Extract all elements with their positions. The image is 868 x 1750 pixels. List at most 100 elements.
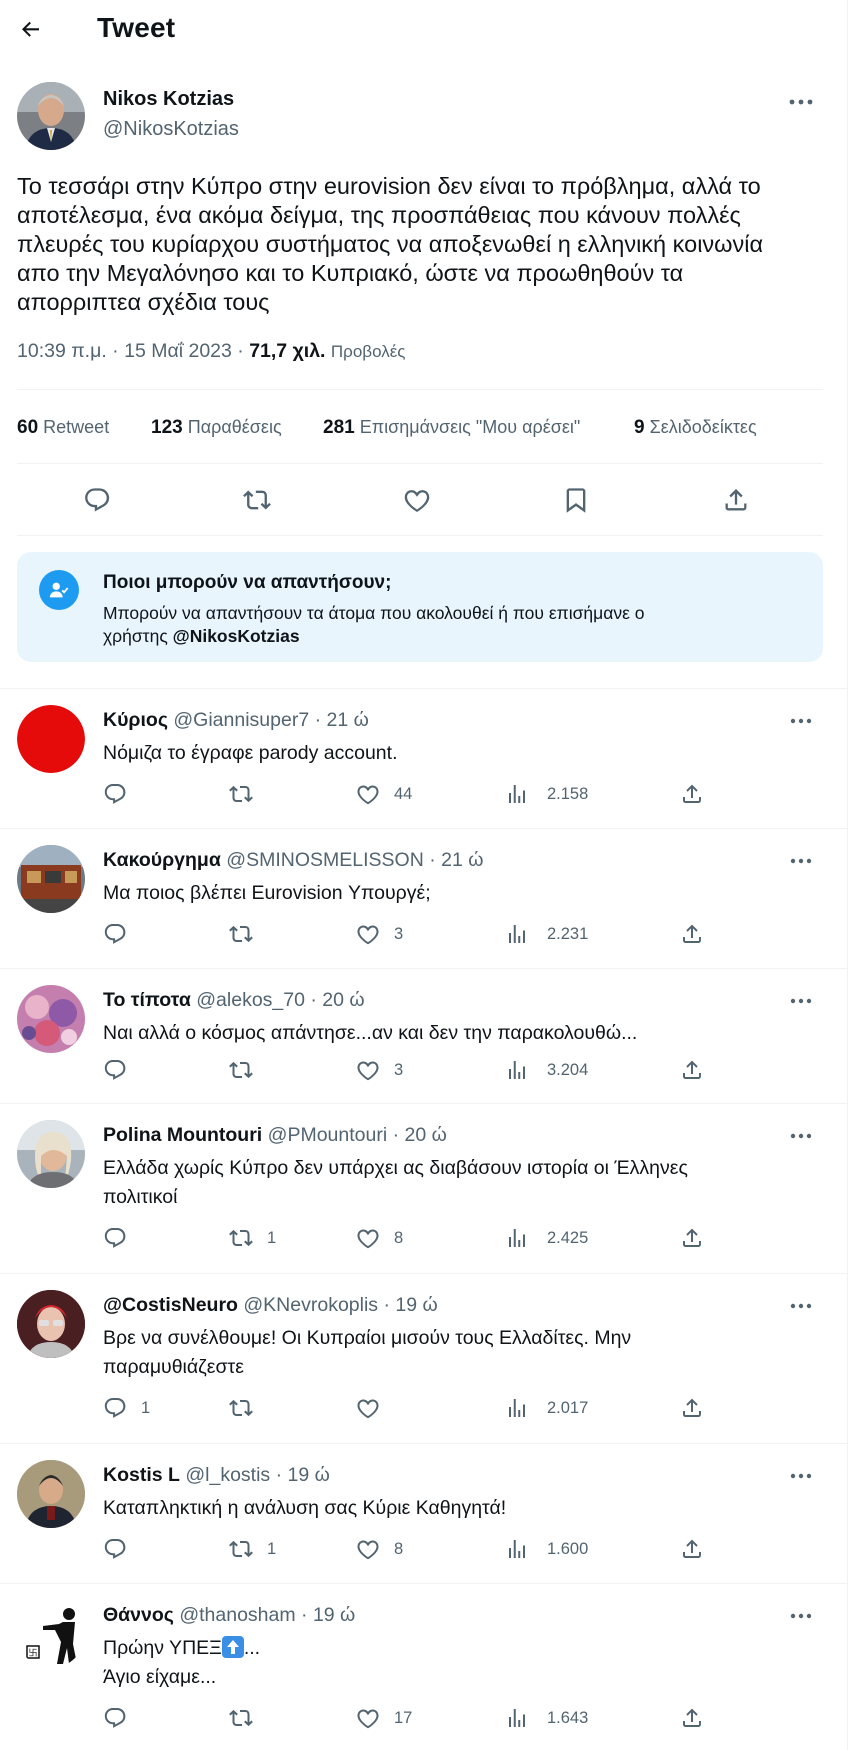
bookmarks-stat[interactable]: 9 Σελιδοδείκτες	[634, 417, 757, 439]
share-button[interactable]	[680, 1224, 704, 1252]
reply-time[interactable]: 21 ώ	[327, 709, 369, 731]
reply-author-name[interactable]: Το τίποτα	[103, 989, 191, 1011]
avatar[interactable]	[17, 705, 85, 773]
share-button[interactable]	[716, 480, 756, 520]
more-options-button[interactable]	[786, 1294, 816, 1318]
reply-time[interactable]: 21 ώ	[441, 849, 483, 871]
reply-time[interactable]: 19 ώ	[395, 1294, 437, 1316]
retweet-button[interactable]	[237, 480, 277, 520]
views-button[interactable]: 3.204	[505, 1056, 588, 1084]
like-button[interactable]	[356, 1394, 394, 1422]
reply-button[interactable]	[103, 920, 141, 948]
views-button[interactable]: 1.600	[505, 1535, 588, 1563]
like-button[interactable]: 17	[356, 1704, 412, 1732]
reply-author-name[interactable]: Θάννος	[103, 1604, 174, 1626]
reply-author-name[interactable]: Polina Mountouri	[103, 1124, 262, 1146]
tweet-time[interactable]: 10:39 π.μ.	[17, 340, 107, 362]
share-button[interactable]	[680, 780, 704, 808]
more-options-button[interactable]	[786, 849, 816, 873]
tweet-text: Το τεσσάρι στην Κύπρο στην eurovision δε…	[17, 173, 764, 315]
reply-button[interactable]	[77, 480, 117, 520]
author-name[interactable]: Nikos Kotzias	[103, 88, 234, 111]
like-button[interactable]: 8	[356, 1535, 403, 1563]
meta-separator: ·	[237, 340, 250, 362]
reply-time[interactable]: 20 ώ	[322, 989, 364, 1011]
reply-author-name[interactable]: Κύριος	[103, 709, 168, 731]
retweet-button[interactable]: 1	[229, 1224, 276, 1252]
quotes-stat[interactable]: 123 Παραθέσεις	[151, 417, 282, 439]
reply-tweet[interactable]: @CostisNeuro @KNevrokoplis · 19 ώ Βρε να …	[0, 1273, 847, 1444]
reply-author-handle[interactable]: @alekos_70	[196, 989, 305, 1011]
more-options-button[interactable]	[786, 709, 816, 733]
views-button[interactable]: 2.158	[505, 780, 588, 808]
back-button[interactable]	[14, 12, 48, 46]
author-avatar[interactable]	[17, 82, 85, 150]
reply-tweet[interactable]: Το τίποτα @alekos_70 · 20 ώ Ναι αλλά ο κό…	[0, 968, 847, 1104]
reply-time[interactable]: 20 ώ	[405, 1124, 447, 1146]
more-options-button[interactable]	[786, 989, 816, 1013]
views-button[interactable]: 1.643	[505, 1704, 588, 1732]
share-button[interactable]	[680, 1535, 704, 1563]
reply-time[interactable]: 19 ώ	[288, 1464, 330, 1486]
like-button[interactable]: 44	[356, 780, 412, 808]
retweet-button[interactable]	[229, 1394, 267, 1422]
reply-button[interactable]	[103, 1224, 141, 1252]
reply-tweet[interactable]: Polina Mountouri @PMountouri · 20 ώ Ελλάδ…	[0, 1103, 847, 1274]
reply-author-name[interactable]: Κακούργημα	[103, 849, 221, 871]
reply-author-name[interactable]: Kostis L	[103, 1464, 180, 1486]
reply-tweet[interactable]: Κύριος @Giannisuper7 · 21 ώ Νόμιζα το έγρ…	[0, 688, 847, 829]
reply-time[interactable]: 19 ώ	[313, 1604, 355, 1626]
tweet-date[interactable]: 15 Μαΐ 2023	[124, 340, 232, 362]
reply-tweet[interactable]: Kostis L @l_kostis · 19 ώ Καταπληκτική η …	[0, 1443, 847, 1584]
share-button[interactable]	[680, 1704, 704, 1732]
reply-button[interactable]	[103, 780, 141, 808]
reply-author-handle[interactable]: @SMINOSMELISSON	[226, 849, 424, 871]
retweet-button[interactable]	[229, 780, 267, 808]
like-button[interactable]	[397, 480, 437, 520]
retweets-stat[interactable]: 60 Retweet	[17, 417, 109, 439]
like-button[interactable]: 8	[356, 1224, 403, 1252]
avatar[interactable]	[17, 985, 85, 1053]
reply-author-handle[interactable]: @thanosham	[179, 1604, 295, 1626]
reply-author-handle[interactable]: @KNevrokoplis	[243, 1294, 378, 1316]
likes-stat[interactable]: 281 Επισημάνσεις "Μου αρέσει"	[323, 417, 580, 439]
more-options-button[interactable]	[786, 90, 816, 114]
views-button[interactable]: 2.017	[505, 1394, 588, 1422]
reply-button[interactable]: 1	[103, 1394, 150, 1422]
author-handle[interactable]: @NikosKotzias	[103, 118, 239, 141]
avatar[interactable]: 卐	[17, 1600, 85, 1668]
reply-author-handle[interactable]: @Giannisuper7	[173, 709, 309, 731]
reply-tweet[interactable]: 卐 Θάννος @thanosham · 19 ώ Πρώην ΥΠΕΞ... Άγ…	[0, 1583, 847, 1750]
share-button[interactable]	[680, 1056, 704, 1084]
more-options-button[interactable]	[786, 1124, 816, 1148]
reply-text-line: Πρώην ΥΠΕΞ	[103, 1637, 222, 1659]
reply-tweet[interactable]: Κακούργημα @SMINOSMELISSON · 21 ώ Μα ποιο…	[0, 828, 847, 969]
retweet-button[interactable]	[229, 920, 267, 948]
reply-button[interactable]	[103, 1056, 141, 1084]
retweet-button[interactable]	[229, 1704, 267, 1732]
share-button[interactable]	[680, 920, 704, 948]
bookmark-button[interactable]	[556, 480, 596, 520]
who-can-reply-handle[interactable]: @NikosKotzias	[173, 626, 300, 646]
reply-author-handle[interactable]: @PMountouri	[268, 1124, 388, 1146]
reply-author-handle[interactable]: @l_kostis	[185, 1464, 270, 1486]
quotes-label: Παραθέσεις	[187, 417, 282, 437]
share-button[interactable]	[680, 1394, 704, 1422]
reply-author-name[interactable]: @CostisNeuro	[103, 1294, 238, 1316]
views-button[interactable]: 2.425	[505, 1224, 588, 1252]
avatar[interactable]	[17, 845, 85, 913]
avatar[interactable]	[17, 1290, 85, 1358]
retweet-button[interactable]: 1	[229, 1535, 276, 1563]
reply-button[interactable]	[103, 1704, 141, 1732]
like-button[interactable]: 3	[356, 1056, 403, 1084]
views-button[interactable]: 2.231	[505, 920, 588, 948]
reply-text: Ελλάδα χωρίς Κύπρο δεν υπάρχει ας διαβάσ…	[103, 1157, 688, 1208]
tweet-page: Tweet Nikos Kotzias @NikosKotzias Το τεσ…	[0, 0, 847, 1750]
avatar[interactable]	[17, 1460, 85, 1528]
reply-button[interactable]	[103, 1535, 141, 1563]
like-button[interactable]: 3	[356, 920, 403, 948]
retweet-button[interactable]	[229, 1056, 267, 1084]
avatar[interactable]	[17, 1120, 85, 1188]
more-options-button[interactable]	[786, 1464, 816, 1488]
more-options-button[interactable]	[786, 1604, 816, 1628]
